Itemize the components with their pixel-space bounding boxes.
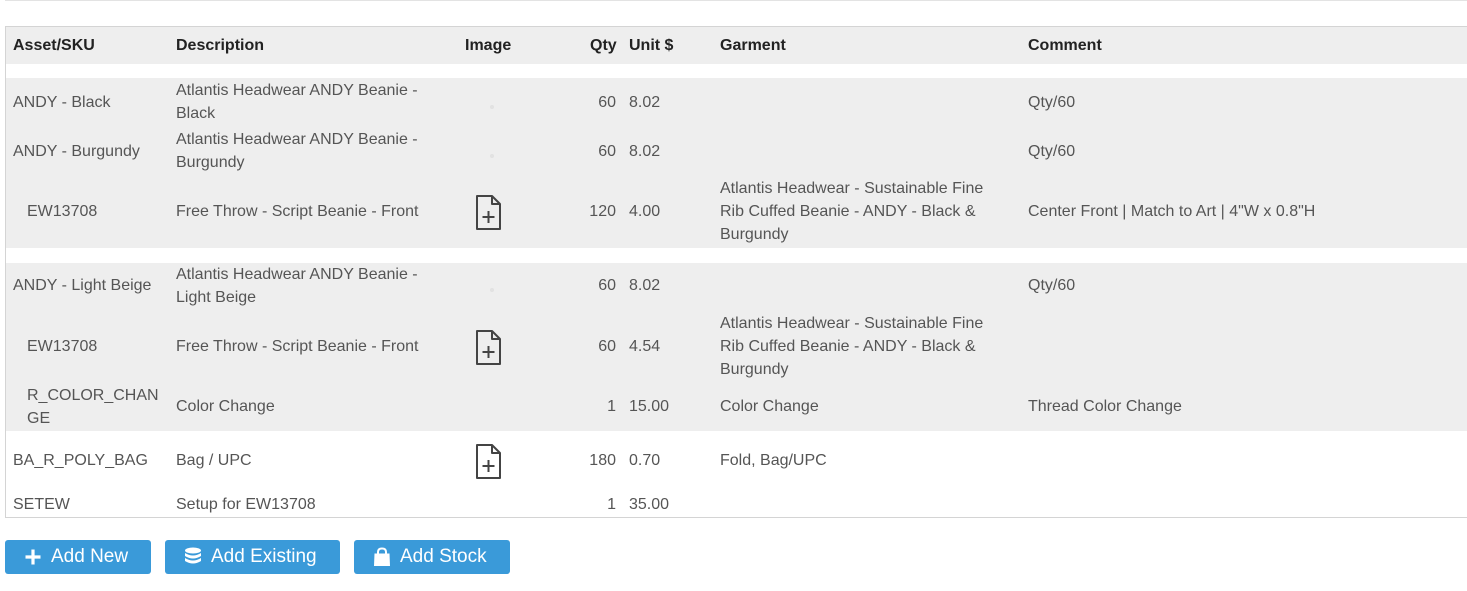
row-sku: EW13708 <box>27 203 98 220</box>
header-sku[interactable]: Asset/SKU <box>13 37 95 55</box>
row-garment-line3: Burgundy <box>720 226 789 243</box>
image-placeholder <box>490 288 494 292</box>
add-existing-button[interactable]: Add Existing <box>165 540 340 574</box>
add-existing-label: Add Existing <box>211 546 317 567</box>
row-unit-price: 4.54 <box>629 338 661 355</box>
table-header: Asset/SKU Description Image Qty Unit $ G… <box>6 27 1467 64</box>
row-unit-price: 15.00 <box>629 398 670 415</box>
header-garment[interactable]: Garment <box>720 37 786 55</box>
row-description-line2: Black <box>176 105 216 122</box>
row-unit-price: 8.02 <box>629 94 661 111</box>
row-description: Atlantis Headwear ANDY Beanie - <box>176 82 418 99</box>
header-unit-price[interactable]: Unit $ <box>629 37 673 55</box>
top-divider <box>5 0 1467 3</box>
header-image[interactable]: Image <box>465 37 511 55</box>
row-qty: 180 <box>589 452 616 469</box>
row-description-line2: Light Beige <box>176 289 257 306</box>
row-description: Free Throw - Script Beanie - Front <box>176 203 419 220</box>
add-new-label: Add New <box>51 546 129 567</box>
row-description: Bag / UPC <box>176 452 252 469</box>
add-new-button[interactable]: Add New <box>5 540 151 574</box>
row-sku: ANDY - Black <box>13 94 111 111</box>
row-sku: ANDY - Burgundy <box>13 143 140 160</box>
row-description: Setup for EW13708 <box>176 496 316 513</box>
row-garment: Fold, Bag/UPC <box>720 452 827 469</box>
row-description: Atlantis Headwear ANDY Beanie - <box>176 266 418 283</box>
shopping-bag-icon <box>372 547 392 567</box>
row-garment-line3: Burgundy <box>720 361 789 378</box>
row-comment: Qty/60 <box>1028 277 1076 294</box>
row-unit-price: 4.00 <box>629 203 661 220</box>
add-stock-button[interactable]: Add Stock <box>354 540 510 574</box>
header-qty[interactable]: Qty <box>590 37 617 55</box>
row-sku: BA_R_POLY_BAG <box>13 452 148 469</box>
plus-icon <box>23 547 43 567</box>
row-garment: Color Change <box>720 398 819 415</box>
image-placeholder <box>490 154 494 158</box>
database-icon <box>183 547 203 567</box>
row-comment: Qty/60 <box>1028 143 1076 160</box>
row-sku: EW13708 <box>27 338 98 355</box>
row-qty: 120 <box>589 203 616 220</box>
row-garment-line2: Rib Cuffed Beanie - ANDY - Black & <box>720 203 976 220</box>
row-qty: 60 <box>598 143 616 160</box>
add-stock-label: Add Stock <box>400 546 487 567</box>
image-placeholder <box>490 105 494 109</box>
row-qty: 1 <box>607 398 616 415</box>
row-unit-price: 8.02 <box>629 143 661 160</box>
row-sku: SETEW <box>13 496 70 513</box>
row-qty: 60 <box>598 277 616 294</box>
row-description-line2: Burgundy <box>176 154 245 171</box>
row-description: Atlantis Headwear ANDY Beanie - <box>176 131 418 148</box>
row-garment: Atlantis Headwear - Sustainable Fine <box>720 315 984 332</box>
row-description: Free Throw - Script Beanie - Front <box>176 338 419 355</box>
row-comment: Center Front | Match to Art | 4"W x 0.8"… <box>1028 203 1316 220</box>
line-items-table: Asset/SKU Description Image Qty Unit $ G… <box>5 26 1467 518</box>
row-unit-price: 8.02 <box>629 277 661 294</box>
file-plus-icon[interactable] <box>474 194 502 232</box>
row-unit-price: 35.00 <box>629 496 670 513</box>
row-description: Color Change <box>176 398 275 415</box>
row-unit-price: 0.70 <box>629 452 661 469</box>
row-comment: Thread Color Change <box>1028 398 1182 415</box>
row-sku-line2: GE <box>27 410 51 427</box>
header-comment[interactable]: Comment <box>1028 37 1102 55</box>
row-qty: 60 <box>598 338 616 355</box>
row-sku: R_COLOR_CHAN <box>27 387 159 404</box>
file-plus-icon[interactable] <box>474 443 502 481</box>
row-comment: Qty/60 <box>1028 94 1076 111</box>
row-qty: 1 <box>607 496 616 513</box>
row-garment-line2: Rib Cuffed Beanie - ANDY - Black & <box>720 338 976 355</box>
row-garment: Atlantis Headwear - Sustainable Fine <box>720 180 984 197</box>
row-sku: ANDY - Light Beige <box>13 277 152 294</box>
file-plus-icon[interactable] <box>474 329 502 367</box>
header-description[interactable]: Description <box>176 37 264 55</box>
row-qty: 60 <box>598 94 616 111</box>
